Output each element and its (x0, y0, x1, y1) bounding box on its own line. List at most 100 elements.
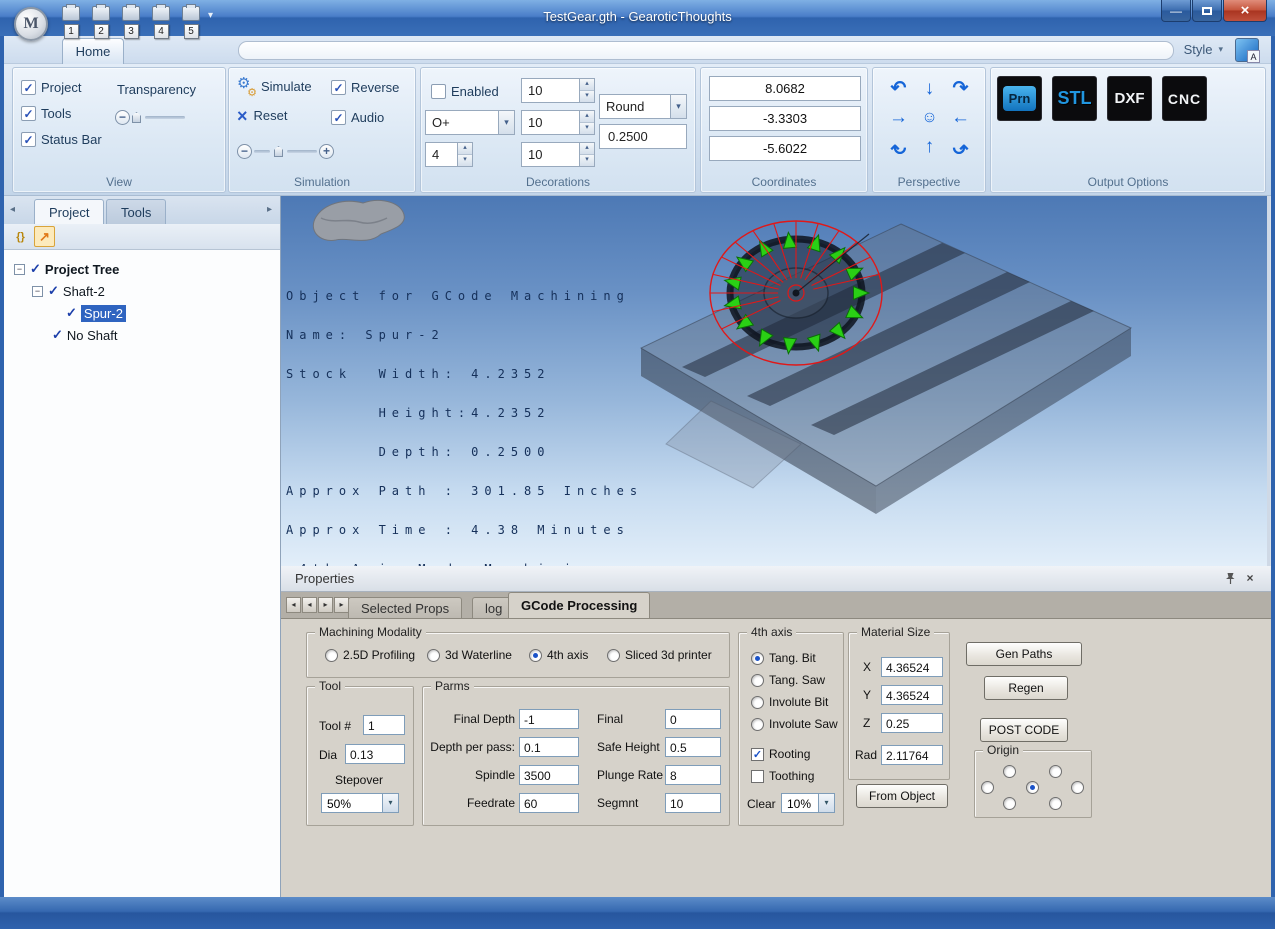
coordinate-x-field[interactable]: 8.0682 (709, 76, 861, 101)
radio-4th-axis[interactable]: 4th axis (529, 648, 588, 662)
expand-all-button[interactable]: {} (10, 226, 31, 247)
spinner-buttons[interactable]: ▴▾ (579, 111, 594, 134)
quickaccess-button-2[interactable]: 2 (88, 6, 114, 39)
origin-top-left-radio[interactable] (1003, 765, 1016, 778)
quickaccess-button-5[interactable]: 5 (178, 6, 204, 39)
rotate-cw-button[interactable]: ↷ (945, 74, 976, 103)
spinner-buttons[interactable]: ▴▾ (457, 143, 472, 166)
decorations-count-spinner[interactable]: 4 ▴▾ (425, 142, 473, 167)
tree-node-project-tree[interactable]: − ✓ Project Tree (4, 258, 280, 280)
material-rad-field[interactable]: 2.11764 (881, 745, 943, 765)
style-dropdown[interactable]: Style ▾ (1184, 42, 1223, 57)
minus-icon[interactable]: − (115, 110, 130, 125)
tree-node-no-shaft[interactable]: ✓ No Shaft (4, 324, 280, 346)
tab-project[interactable]: Project (34, 199, 104, 224)
ribbon-quick-bar[interactable] (238, 41, 1174, 60)
tilt-down-left-button[interactable]: ↶ (883, 132, 914, 161)
quickaccess-button-4[interactable]: 4 (148, 6, 174, 39)
simulate-button[interactable]: ⚙⚙ Simulate (237, 78, 312, 94)
reverse-checkbox[interactable]: ✓Reverse (331, 80, 399, 95)
origin-bottom-left-radio[interactable] (1003, 797, 1016, 810)
pan-up-button[interactable]: ↑ (914, 132, 945, 161)
tab-gcode-processing[interactable]: GCode Processing (508, 592, 650, 618)
decoration-type-dropdown[interactable]: O+ ▾ (425, 110, 515, 135)
gen-paths-button[interactable]: Gen Paths (966, 642, 1082, 666)
tab-home[interactable]: Home (62, 38, 124, 64)
tree-node-shaft[interactable]: − ✓ Shaft-2 (4, 280, 280, 302)
close-panel-icon[interactable]: × (1243, 572, 1257, 586)
tab-selected-props[interactable]: Selected Props (348, 597, 462, 618)
pan-right-button[interactable]: → (883, 103, 914, 132)
slider-track[interactable] (254, 150, 270, 153)
segmnt-field[interactable]: 10 (665, 793, 721, 813)
spindle-field[interactable]: 3500 (519, 765, 579, 785)
tab-scroll-right-icon[interactable]: ▸ (267, 204, 272, 215)
material-x-field[interactable]: 4.36524 (881, 657, 943, 677)
pin-icon[interactable] (1223, 572, 1237, 586)
slider-handle[interactable] (132, 112, 141, 123)
reset-button[interactable]: × Reset (237, 108, 287, 123)
tab-scroll-left-icon[interactable]: ◂ (10, 204, 15, 215)
coordinate-y-field[interactable]: -3.3303 (709, 106, 861, 131)
quickaccess-button-1[interactable]: 1 (58, 6, 84, 39)
clear-dropdown[interactable]: 10% ▾ (781, 793, 835, 813)
slider-track[interactable] (145, 116, 185, 119)
audio-checkbox[interactable]: ✓Audio (331, 110, 384, 125)
round-style-dropdown[interactable]: Round ▾ (599, 94, 687, 119)
view-project-checkbox[interactable]: ✓Project (21, 80, 81, 95)
slider-handle[interactable] (274, 146, 283, 157)
minus-icon[interactable]: − (237, 144, 252, 159)
tool-number-field[interactable]: 1 (363, 715, 405, 735)
origin-left-radio[interactable] (981, 781, 994, 794)
stl-output-button[interactable]: STL (1052, 76, 1097, 121)
radio-3d-waterline[interactable]: 3d Waterline (427, 648, 512, 662)
toothing-checkbox[interactable]: Toothing (751, 769, 814, 783)
style-color-button[interactable]: A (1235, 38, 1259, 62)
material-z-field[interactable]: 0.25 (881, 713, 943, 733)
app-menu-button[interactable]: M (14, 7, 48, 41)
close-button[interactable]: × (1223, 0, 1267, 22)
safe-height-field[interactable]: 0.5 (665, 737, 721, 757)
quickaccess-customize-chevron-icon[interactable]: ▾ (208, 10, 213, 39)
tree-node-spur-selected[interactable]: ✓ Spur-2 (4, 302, 280, 324)
cnc-output-button[interactable]: CNC (1162, 76, 1207, 121)
transparency-slider[interactable]: − (115, 110, 187, 125)
dia-field[interactable]: 0.13 (345, 744, 405, 764)
collapse-icon[interactable]: − (32, 286, 43, 297)
simulation-speed-slider[interactable]: − + (237, 144, 334, 159)
material-y-field[interactable]: 4.36524 (881, 685, 943, 705)
tilt-down-right-button[interactable]: ↷ (945, 132, 976, 161)
rooting-checkbox[interactable]: ✓Rooting (751, 747, 810, 761)
final-field[interactable]: 0 (665, 709, 721, 729)
spinner-buttons[interactable]: ▴▾ (579, 79, 594, 102)
decorations-spinner-bottom[interactable]: 10 ▴▾ (521, 142, 595, 167)
decorations-spinner-top[interactable]: 10 ▴▾ (521, 78, 595, 103)
pan-left-button[interactable]: ← (945, 103, 976, 132)
from-object-button[interactable]: From Object (856, 784, 948, 808)
origin-right-radio[interactable] (1071, 781, 1084, 794)
depth-per-pass-field[interactable]: 0.1 (519, 737, 579, 757)
tab-nav-first-icon[interactable]: ◂ (286, 597, 301, 613)
dxf-output-button[interactable]: DXF (1107, 76, 1152, 121)
minimize-button[interactable]: — (1161, 0, 1191, 22)
final-depth-field[interactable]: -1 (519, 709, 579, 729)
origin-center-radio[interactable] (1026, 781, 1039, 794)
radio-tang-saw[interactable]: Tang. Saw (751, 673, 825, 687)
slider-track[interactable] (287, 150, 317, 153)
print-output-button[interactable]: Prn (997, 76, 1042, 121)
radio-involute-bit[interactable]: Involute Bit (751, 695, 828, 709)
regen-button[interactable]: Regen (984, 676, 1068, 700)
plus-icon[interactable]: + (319, 144, 334, 159)
quickaccess-button-3[interactable]: 3 (118, 6, 144, 39)
origin-top-right-radio[interactable] (1049, 765, 1062, 778)
rotate-ccw-button[interactable]: ↶ (883, 74, 914, 103)
tab-tools[interactable]: Tools (106, 199, 166, 224)
plunge-rate-field[interactable]: 8 (665, 765, 721, 785)
post-code-button[interactable]: POST CODE (980, 718, 1068, 742)
viewport-3d[interactable]: Object for GCode Machining Name: Spur-2 … (281, 196, 1267, 566)
radio-involute-saw[interactable]: Involute Saw (751, 717, 838, 731)
stepover-dropdown[interactable]: 50% ▾ (321, 793, 399, 813)
select-mode-button[interactable]: ↗ (34, 226, 55, 247)
tab-nav-next-icon[interactable]: ▸ (318, 597, 333, 613)
pan-down-button[interactable]: ↓ (914, 74, 945, 103)
